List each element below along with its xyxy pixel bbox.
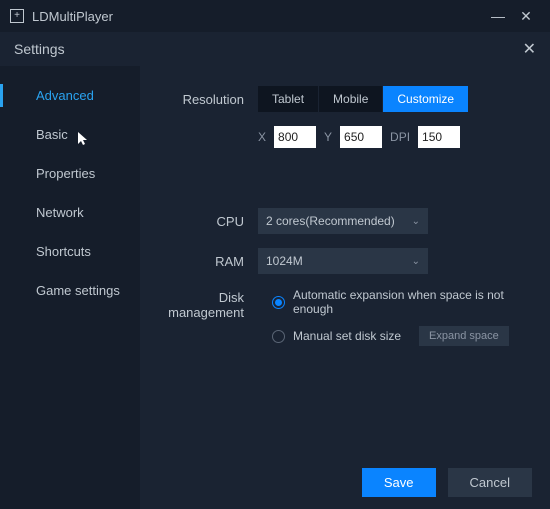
resolution-x-input[interactable] — [274, 126, 316, 148]
app-title: LDMultiPlayer — [32, 9, 113, 24]
title-bar: + LDMultiPlayer — ✕ — [0, 0, 550, 32]
content-panel: Resolution Tablet Mobile Customize X Y D… — [140, 66, 550, 509]
chevron-down-icon: ⌄ — [412, 216, 420, 227]
resolution-label: Resolution — [158, 92, 258, 107]
disk-auto-label: Automatic expansion when space is not en… — [293, 288, 532, 316]
sidebar-item-shortcuts[interactable]: Shortcuts — [0, 232, 140, 271]
resolution-y-input[interactable] — [340, 126, 382, 148]
sidebar-item-properties[interactable]: Properties — [0, 154, 140, 193]
resolution-tab-tablet[interactable]: Tablet — [258, 86, 318, 112]
cancel-button[interactable]: Cancel — [448, 468, 532, 497]
radio-icon — [272, 330, 285, 343]
radio-icon — [272, 296, 285, 309]
close-settings-button[interactable]: ✕ — [523, 39, 536, 59]
disk-manual-label: Manual set disk size — [293, 329, 401, 343]
resolution-tab-customize[interactable]: Customize — [383, 86, 468, 112]
sidebar: Advanced Basic Properties Network Shortc… — [0, 66, 140, 509]
sidebar-item-network[interactable]: Network — [0, 193, 140, 232]
ram-select-value: 1024M — [266, 254, 303, 268]
disk-label: Disk management — [158, 288, 258, 320]
resolution-dpi-input[interactable] — [418, 126, 460, 148]
app-logo-icon: + — [10, 9, 24, 23]
sidebar-item-game-settings[interactable]: Game settings — [0, 271, 140, 310]
resolution-y-label: Y — [324, 130, 332, 144]
resolution-tabs: Tablet Mobile Customize — [258, 86, 468, 112]
resolution-x-label: X — [258, 130, 266, 144]
close-window-button[interactable]: ✕ — [512, 8, 540, 25]
save-button[interactable]: Save — [362, 468, 436, 497]
ram-label: RAM — [158, 254, 258, 269]
sidebar-item-basic[interactable]: Basic — [0, 115, 140, 154]
disk-manual-option[interactable]: Manual set disk size Expand space — [272, 326, 532, 346]
ram-select[interactable]: 1024M ⌄ — [258, 248, 428, 274]
minimize-button[interactable]: — — [484, 8, 512, 24]
settings-title: Settings — [14, 41, 65, 57]
resolution-tab-mobile[interactable]: Mobile — [319, 86, 382, 112]
cpu-select-value: 2 cores(Recommended) — [266, 214, 395, 228]
resolution-dpi-label: DPI — [390, 130, 410, 144]
expand-space-button[interactable]: Expand space — [419, 326, 509, 346]
settings-header: Settings ✕ — [0, 32, 550, 66]
sidebar-item-advanced[interactable]: Advanced — [0, 76, 140, 115]
chevron-down-icon: ⌄ — [412, 256, 420, 267]
cpu-label: CPU — [158, 214, 258, 229]
cpu-select[interactable]: 2 cores(Recommended) ⌄ — [258, 208, 428, 234]
disk-auto-option[interactable]: Automatic expansion when space is not en… — [272, 288, 532, 316]
